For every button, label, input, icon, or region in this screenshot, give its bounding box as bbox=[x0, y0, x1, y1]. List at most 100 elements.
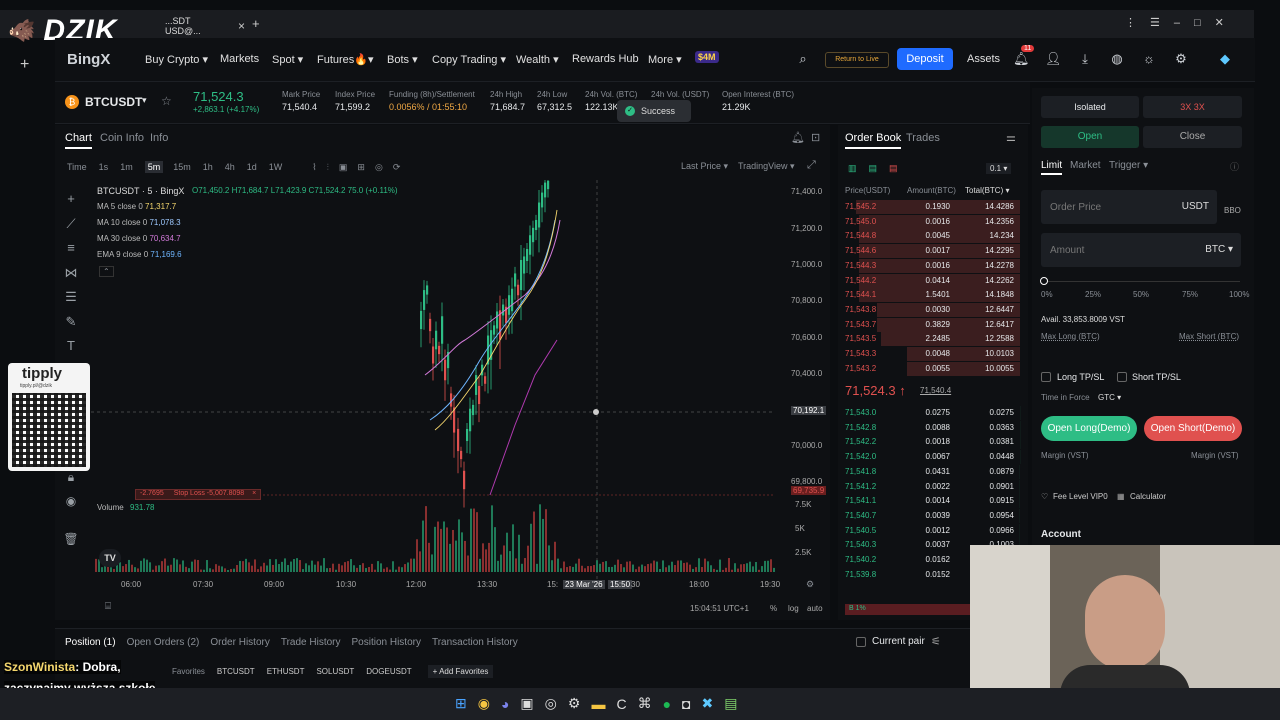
brush-icon[interactable]: ✎ bbox=[61, 310, 81, 335]
crosshair-icon[interactable]: + bbox=[61, 187, 81, 212]
margin-mode-button[interactable]: Isolated bbox=[1041, 96, 1139, 118]
current-pair-checkbox[interactable] bbox=[856, 637, 866, 647]
game-icon[interactable]: ▤ bbox=[724, 695, 737, 712]
nav-wealth[interactable]: Wealth ▾ bbox=[516, 53, 559, 66]
wallet-icon[interactable]: ◆ bbox=[1217, 51, 1233, 67]
user-icon[interactable]: 👤︎ bbox=[1045, 51, 1062, 67]
new-tab-button[interactable]: + bbox=[252, 16, 260, 31]
assets-link[interactable]: Assets bbox=[967, 53, 1000, 65]
chrome-icon[interactable]: ◉ bbox=[478, 695, 490, 712]
tab-coin-info[interactable]: Coin Info bbox=[100, 132, 144, 144]
info-icon[interactable]: ⓘ bbox=[1230, 160, 1239, 173]
filter-icon[interactable]: ⚌ bbox=[1006, 131, 1016, 144]
close-tab-icon[interactable]: × bbox=[238, 19, 245, 33]
trendline-icon[interactable]: ⟋ bbox=[61, 212, 81, 237]
nav-buy-crypto[interactable]: Buy Crypto ▾ bbox=[145, 53, 208, 66]
interval-1h[interactable]: 1h bbox=[203, 162, 213, 172]
order-book-row[interactable]: 71,543.3 0.0048 10.0103 bbox=[838, 347, 1020, 361]
fav-ethusdt[interactable]: ETHUSDT bbox=[267, 667, 305, 676]
add-favorites-button[interactable]: + Add Favorites bbox=[427, 665, 494, 678]
nav-futures[interactable]: Futures🔥▾ bbox=[317, 53, 374, 66]
order-book-row[interactable]: 71,541.2 0.0022 0.0901 bbox=[838, 479, 1020, 494]
order-type-limit[interactable]: Limit bbox=[1041, 160, 1063, 175]
long-tpsl-label[interactable]: Long TP/SL bbox=[1057, 372, 1104, 382]
interval-5m[interactable]: 5m bbox=[144, 161, 164, 173]
current-pair-label[interactable]: Current pair bbox=[872, 636, 925, 647]
open-tab[interactable]: Open bbox=[1041, 126, 1139, 148]
tab-transaction-history[interactable]: Transaction History bbox=[432, 637, 518, 648]
log-toggle[interactable]: log bbox=[788, 604, 799, 613]
price-chart[interactable] bbox=[85, 180, 825, 700]
tab-info[interactable]: Info bbox=[150, 132, 168, 144]
ccleaner-icon[interactable]: C bbox=[616, 696, 626, 712]
windows-start-icon[interactable]: ⊞ bbox=[455, 695, 467, 712]
bingx-logo[interactable]: BingX bbox=[67, 51, 110, 68]
fee-level[interactable]: Fee Level VIP0 bbox=[1053, 492, 1108, 501]
settings-icon[interactable]: ⚙ bbox=[806, 579, 814, 590]
order-book-row[interactable]: 71,543.7 0.3829 12.6417 bbox=[838, 317, 1020, 332]
calculator-link[interactable]: Calculator bbox=[1130, 492, 1166, 501]
interval-4h[interactable]: 4h bbox=[225, 162, 235, 172]
open-short-button[interactable]: Open Short(Demo) bbox=[1144, 416, 1242, 441]
chevron-down-icon[interactable]: ▾ bbox=[142, 95, 147, 106]
fib-icon[interactable]: ☰ bbox=[61, 285, 81, 310]
expand-icon[interactable]: ⊡ bbox=[811, 131, 820, 144]
book-view-icons[interactable]: ▥▤▤ bbox=[848, 163, 910, 174]
globe-icon[interactable]: ◍ bbox=[1109, 51, 1125, 67]
tab-order-history[interactable]: Order History bbox=[210, 637, 269, 648]
tab-order-book[interactable]: Order Book bbox=[845, 132, 902, 149]
alert-icon[interactable]: 🔔︎ bbox=[791, 131, 805, 144]
order-book-row[interactable]: 71,541.1 0.0014 0.0915 bbox=[838, 494, 1020, 509]
range-icon[interactable]: ⌸ bbox=[105, 601, 111, 612]
return-to-live-button[interactable]: Return to Live bbox=[825, 52, 889, 68]
pattern-icon[interactable]: ⋈ bbox=[61, 261, 81, 286]
short-tpsl-label[interactable]: Short TP/SL bbox=[1132, 372, 1181, 382]
app-icon[interactable]: ▣ bbox=[520, 695, 533, 712]
interval-time[interactable]: Time bbox=[67, 162, 87, 172]
hline-icon[interactable]: ≡ bbox=[61, 236, 81, 261]
tab-trade-history[interactable]: Trade History bbox=[281, 637, 341, 648]
window-controls[interactable]: ⋮☰–□✕ bbox=[1125, 16, 1238, 29]
deposit-button[interactable]: Deposit bbox=[897, 48, 953, 70]
spotify-icon[interactable]: ● bbox=[663, 696, 671, 712]
tab-position-history[interactable]: Position History bbox=[352, 637, 421, 648]
order-book-row[interactable]: 71,541.8 0.0431 0.0879 bbox=[838, 464, 1020, 479]
precision-select[interactable]: 0.1 ▾ bbox=[986, 163, 1012, 174]
amount-unit[interactable]: BTC ▾ bbox=[1205, 244, 1233, 255]
toolbar-icons[interactable]: ⌇⫶▣⊞◎⟳ bbox=[312, 162, 410, 173]
fav-dogeusdt[interactable]: DOGEUSDT bbox=[366, 667, 411, 676]
short-tpsl-checkbox[interactable] bbox=[1117, 372, 1127, 382]
folder-icon[interactable]: ▬ bbox=[591, 696, 605, 712]
calculator-icon[interactable]: ▦ bbox=[1117, 492, 1125, 501]
order-book-row[interactable]: 71,540.5 0.0012 0.0966 bbox=[838, 523, 1020, 538]
tab-position[interactable]: Position (1) bbox=[65, 637, 116, 648]
order-book-row[interactable]: 71,542.0 0.0067 0.0448 bbox=[838, 450, 1020, 465]
auto-toggle[interactable]: auto bbox=[807, 604, 823, 613]
slider-handle[interactable] bbox=[1040, 277, 1048, 285]
steam-icon[interactable]: ⚙ bbox=[568, 695, 581, 712]
tab-trades[interactable]: Trades bbox=[906, 132, 940, 144]
pair-selector[interactable]: BTCUSDT bbox=[85, 95, 142, 109]
order-book-row[interactable]: 71,543.8 0.0030 12.6447 bbox=[838, 302, 1020, 317]
bbo-button[interactable]: BBO bbox=[1224, 206, 1241, 215]
settings-icon[interactable]: ⚙ bbox=[1173, 51, 1189, 67]
fav-btcusdt[interactable]: BTCUSDT bbox=[217, 667, 255, 676]
nav-more[interactable]: More ▾ bbox=[648, 53, 682, 66]
interval-1w[interactable]: 1W bbox=[269, 162, 283, 172]
bell-icon[interactable]: 🔔︎ bbox=[1013, 51, 1030, 67]
discord-icon[interactable]: ◕ bbox=[501, 696, 509, 712]
close-icon[interactable]: × bbox=[252, 490, 256, 497]
trash-icon[interactable]: 🗑︎ bbox=[61, 527, 81, 551]
order-book-row[interactable]: 71,544.1 1.5401 14.1848 bbox=[838, 288, 1020, 303]
order-type-trigger[interactable]: Trigger ▾ bbox=[1109, 160, 1148, 171]
obs-icon[interactable]: ◎ bbox=[545, 695, 557, 712]
order-book-row[interactable]: 71,544.8 0.0045 14.234 bbox=[838, 229, 1020, 244]
order-book-row[interactable]: 71,545.0 0.0016 14.2356 bbox=[838, 214, 1020, 229]
long-tpsl-checkbox[interactable] bbox=[1041, 372, 1051, 382]
interval-15m[interactable]: 15m bbox=[173, 162, 191, 172]
nav-markets[interactable]: Markets bbox=[220, 53, 259, 65]
view-select[interactable]: TradingView ▾ bbox=[738, 161, 795, 172]
nav-rewards-hub[interactable]: Rewards Hub bbox=[572, 53, 639, 65]
order-book-row[interactable]: 71,542.2 0.0018 0.0381 bbox=[838, 435, 1020, 450]
text-icon[interactable]: T bbox=[61, 334, 81, 359]
